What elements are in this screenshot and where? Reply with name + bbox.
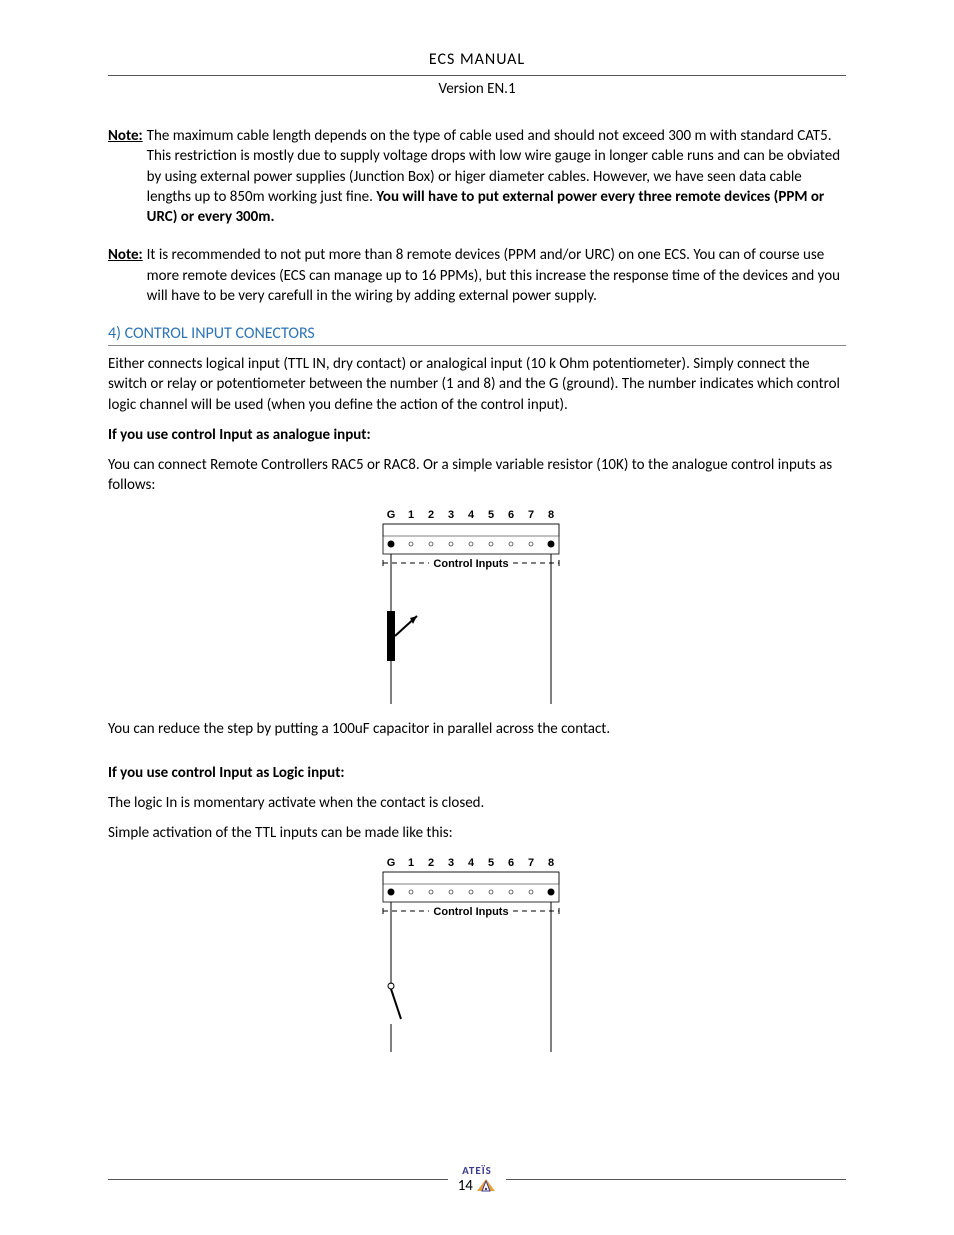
note-body: It is recommended to not put more than 8… xyxy=(147,245,846,306)
note-block-2: Note: It is recommended to not put more … xyxy=(108,245,846,306)
footer-rule-right xyxy=(506,1179,846,1180)
svg-text:1: 1 xyxy=(408,857,414,869)
svg-text:5: 5 xyxy=(488,509,494,521)
svg-text:4: 4 xyxy=(468,857,475,869)
svg-text:Control Inputs: Control Inputs xyxy=(433,558,508,570)
control-inputs-switch-diagram: G 1 2 3 4 5 6 7 8 Control Inputs xyxy=(377,854,577,1054)
svg-text:2: 2 xyxy=(428,857,434,869)
svg-text:1: 1 xyxy=(408,509,414,521)
analogue-heading: If you use control Input as analogue inp… xyxy=(108,425,846,445)
svg-text:2: 2 xyxy=(428,509,434,521)
section-heading: 4) CONTROL INPUT CONECTORS xyxy=(108,324,846,343)
header-rule xyxy=(108,75,846,76)
note-block-1: Note: The maximum cable length depends o… xyxy=(108,126,846,227)
svg-text:8: 8 xyxy=(548,857,554,869)
svg-text:4: 4 xyxy=(468,509,475,521)
svg-text:8: 8 xyxy=(548,509,554,521)
ateis-logo-icon xyxy=(476,1178,496,1192)
svg-text:7: 7 xyxy=(528,857,534,869)
svg-text:3: 3 xyxy=(448,509,454,521)
document-page: ECS MANUAL Version EN.1 Note: The maximu… xyxy=(0,0,954,1235)
analogue-diagram: G 1 2 3 4 5 6 7 8 xyxy=(108,506,846,711)
svg-text:G: G xyxy=(387,509,396,521)
section-intro: Either connects logical input (TTL IN, d… xyxy=(108,354,846,415)
header-title: ECS MANUAL xyxy=(429,50,525,69)
footer-logo-text: ATEÏS xyxy=(458,1164,497,1177)
footer-rule-left xyxy=(108,1179,448,1180)
note-body: The maximum cable length depends on the … xyxy=(147,126,846,227)
header-version: Version EN.1 xyxy=(108,80,846,98)
note-label: Note: xyxy=(108,245,147,306)
page-number: 14 xyxy=(458,1177,473,1195)
section-rule xyxy=(108,345,846,346)
note-label: Note: xyxy=(108,126,147,227)
svg-text:Control Inputs: Control Inputs xyxy=(433,906,508,918)
svg-text:6: 6 xyxy=(508,857,514,869)
svg-text:7: 7 xyxy=(528,509,534,521)
page-footer: ATEÏS 14 xyxy=(108,1164,846,1195)
note-text: It is recommended to not put more than 8… xyxy=(147,245,846,306)
note-text: This restriction is mostly due to supply… xyxy=(147,146,846,227)
page-header: ECS MANUAL xyxy=(108,50,846,69)
analogue-text: You can connect Remote Controllers RAC5 … xyxy=(108,455,846,496)
svg-text:G: G xyxy=(387,857,396,869)
svg-text:5: 5 xyxy=(488,857,494,869)
logic-text-2: Simple activation of the TTL inputs can … xyxy=(108,823,846,843)
footer-center: ATEÏS 14 xyxy=(448,1164,507,1195)
logic-diagram: G 1 2 3 4 5 6 7 8 Control Inputs xyxy=(108,854,846,1059)
footer-pagenum-wrap: 14 xyxy=(458,1177,497,1195)
svg-text:3: 3 xyxy=(448,857,454,869)
logic-text-1: The logic In is momentary activate when … xyxy=(108,793,846,813)
svg-text:6: 6 xyxy=(508,509,514,521)
analogue-after: You can reduce the step by putting a 100… xyxy=(108,719,846,739)
note-text: The maximum cable length depends on the … xyxy=(147,126,846,146)
logic-heading: If you use control Input as Logic input: xyxy=(108,763,846,783)
control-inputs-pot-diagram: G 1 2 3 4 5 6 7 8 xyxy=(377,506,577,706)
